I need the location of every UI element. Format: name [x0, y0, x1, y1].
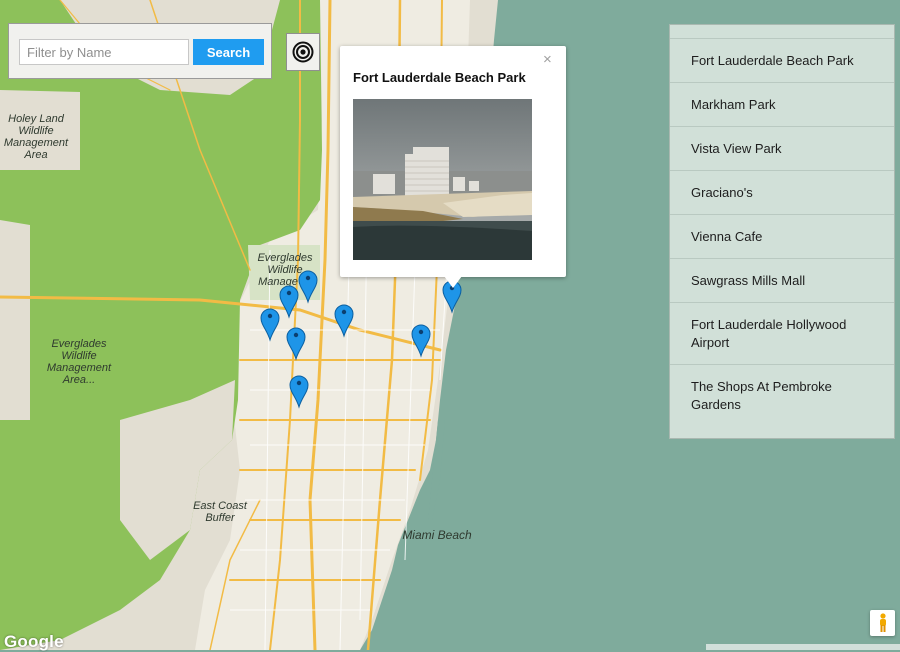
list-item[interactable]: Vista View Park — [670, 127, 894, 171]
park-green-2 — [165, 100, 210, 140]
map-label-everglades-ne: Everglades — [257, 252, 313, 264]
map-label-holey-land-2: Wildlife — [18, 125, 53, 137]
pegman-button[interactable] — [870, 610, 895, 636]
info-window-title: Fort Lauderdale Beach Park — [353, 70, 526, 85]
info-window-pointer — [444, 276, 462, 288]
map-label-everglades-w-4: Area... — [62, 374, 95, 386]
google-logo: Google — [4, 632, 64, 651]
place-list: Fort Lauderdale Beach Park Markham Park … — [669, 24, 895, 439]
map-label-holey-land: Holey Land — [8, 113, 65, 125]
park-everglades-west-inner — [0, 220, 30, 420]
map-label-everglades-ne-2: Wildlife — [267, 264, 302, 276]
list-item[interactable]: Vienna Cafe — [670, 215, 894, 259]
list-item[interactable]: Fort Lauderdale Hollywood Airport — [670, 303, 894, 365]
map-label-holey-land-3: Management — [4, 137, 69, 149]
map-label-everglades-w-3: Management — [47, 362, 112, 374]
map-label-east-coast-2: Buffer — [205, 512, 236, 524]
locate-button[interactable] — [286, 33, 320, 71]
filter-by-name-input[interactable] — [19, 39, 189, 65]
map-attribution[interactable] — [706, 644, 900, 650]
map-label-east-coast: East Coast — [193, 500, 248, 512]
map-label-everglades-w-2: Wildlife — [61, 350, 96, 362]
search-button[interactable]: Search — [193, 39, 264, 65]
list-item[interactable]: Sawgrass Mills Mall — [670, 259, 894, 303]
beach-photo — [353, 99, 532, 260]
pegman-icon — [879, 613, 886, 632]
target-icon — [292, 41, 314, 63]
close-icon[interactable]: × — [543, 52, 552, 68]
list-item[interactable]: Fort Lauderdale Beach Park — [670, 39, 894, 83]
list-item-spacer — [670, 25, 894, 39]
filter-panel: Search — [8, 23, 272, 79]
list-item[interactable]: Graciano's — [670, 171, 894, 215]
map-label-everglades-w: Everglades — [51, 338, 107, 350]
map-label-holey-land-4: Area — [23, 149, 47, 161]
list-item[interactable]: The Shops At Pembroke Gardens — [670, 365, 894, 427]
list-item[interactable]: Markham Park — [670, 83, 894, 127]
map-label-miami-beach: Miami Beach — [402, 528, 472, 542]
info-window: × Fort Lauderdale Beach Park — [340, 46, 566, 277]
